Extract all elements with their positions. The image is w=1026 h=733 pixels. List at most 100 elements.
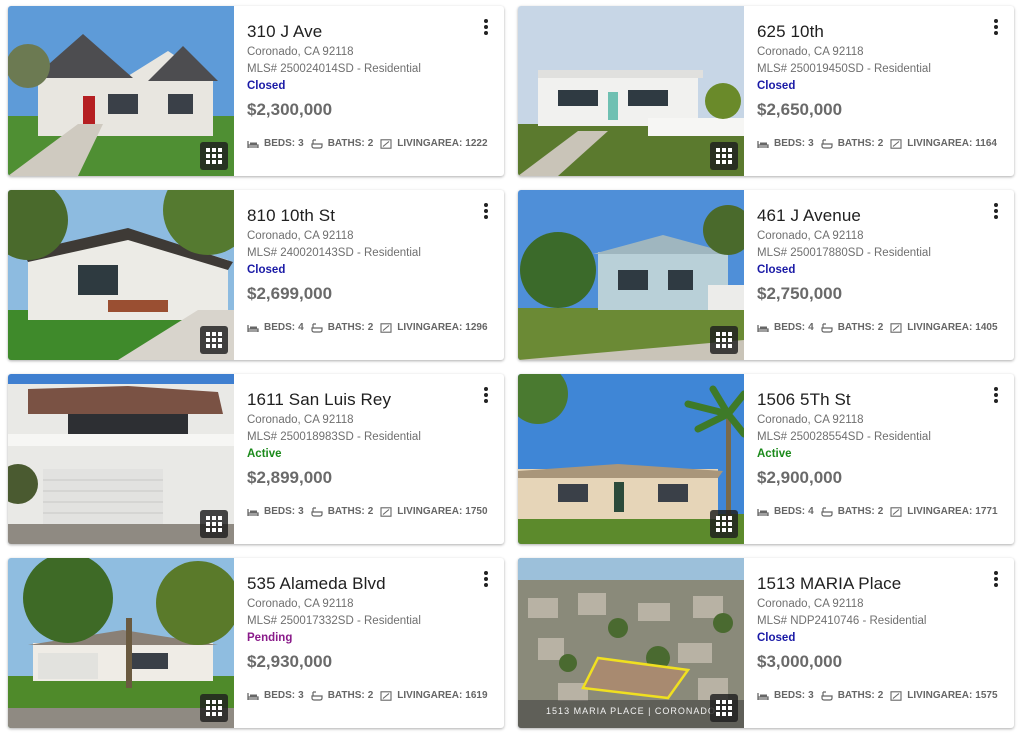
bathtub-icon <box>311 690 323 701</box>
grid-gallery-icon[interactable] <box>710 142 738 170</box>
more-vert-icon[interactable] <box>990 568 1002 590</box>
more-vert-icon[interactable] <box>480 384 492 406</box>
spec-area: LIVINGAREA: 1575 <box>890 690 998 701</box>
listing-card[interactable]: 625 10th Coronado, CA 92118 MLS# 2500194… <box>518 6 1014 176</box>
listing-city: Coronado, CA 92118 <box>757 46 864 58</box>
spec-baths: BATHS: 2 <box>821 322 884 333</box>
bathtub-icon <box>821 138 833 149</box>
spec-baths: BATHS: 2 <box>311 690 374 701</box>
spec-beds: BEDS: 4 <box>757 506 814 517</box>
listing-specs: BEDS: 3 BATHS: 2 LIVINGAREA: 1750 <box>247 506 488 517</box>
beds-label: BEDS: <box>264 138 296 149</box>
listing-photo[interactable] <box>518 374 744 544</box>
baths-label: BATHS: <box>327 506 365 517</box>
beds-value: 3 <box>298 690 304 701</box>
beds-label: BEDS: <box>774 690 806 701</box>
bathtub-icon <box>311 322 323 333</box>
listing-card[interactable]: 461 J Avenue Coronado, CA 92118 MLS# 250… <box>518 190 1014 360</box>
listing-card[interactable]: 535 Alameda Blvd Coronado, CA 92118 MLS#… <box>8 558 504 728</box>
listing-card[interactable]: 1506 5Th St Coronado, CA 92118 MLS# 2500… <box>518 374 1014 544</box>
beds-value: 3 <box>808 690 814 701</box>
baths-value: 2 <box>877 506 884 517</box>
grid-gallery-icon[interactable] <box>200 326 228 354</box>
listing-address[interactable]: 461 J Avenue <box>757 205 1002 227</box>
beds-label: BEDS: <box>264 506 296 517</box>
more-vert-icon[interactable] <box>480 568 492 590</box>
listing-specs: BEDS: 3 BATHS: 2 LIVINGAREA: 1575 <box>757 690 998 701</box>
listing-address[interactable]: 625 10th <box>757 21 1002 43</box>
bed-icon <box>757 508 769 516</box>
grid-gallery-icon[interactable] <box>200 694 228 722</box>
spec-baths: BATHS: 2 <box>311 138 373 149</box>
spec-area: LIVINGAREA: 1296 <box>380 322 488 333</box>
spec-baths: BATHS: 2 <box>311 322 373 333</box>
area-icon <box>890 690 902 701</box>
listing-photo[interactable]: 1513 MARIA PLACE | CORONADO <box>518 558 744 728</box>
listing-price: $2,899,000 <box>247 468 333 487</box>
baths-value: 2 <box>367 690 374 701</box>
area-value: 1750 <box>465 506 488 517</box>
listing-price: $2,900,000 <box>757 468 843 487</box>
area-label: LIVINGAREA: <box>397 506 463 517</box>
listing-address[interactable]: 310 J Ave <box>247 21 492 43</box>
listing-address[interactable]: 535 Alameda Blvd <box>247 573 492 595</box>
area-icon <box>380 506 392 517</box>
area-icon <box>890 322 902 333</box>
baths-label: BATHS: <box>837 506 875 517</box>
baths-label: BATHS: <box>327 690 365 701</box>
area-label: LIVINGAREA: <box>907 506 973 517</box>
listing-photo[interactable] <box>8 6 234 176</box>
listing-status: Closed <box>757 632 796 644</box>
listing-photo[interactable] <box>518 6 744 176</box>
listing-photo[interactable] <box>518 190 744 360</box>
more-vert-icon[interactable] <box>480 200 492 222</box>
spec-beds: BEDS: 3 <box>247 506 304 517</box>
area-label: LIVINGAREA: <box>397 138 463 149</box>
listing-status: Closed <box>757 264 796 276</box>
area-label: LIVINGAREA: <box>907 322 973 333</box>
area-value: 1296 <box>465 322 488 333</box>
listing-status: Closed <box>247 264 286 276</box>
grid-gallery-icon[interactable] <box>710 694 738 722</box>
bed-icon <box>757 140 769 148</box>
area-value: 1619 <box>465 690 488 701</box>
listing-status: Active <box>247 448 282 460</box>
listing-address[interactable]: 810 10th St <box>247 205 492 227</box>
more-vert-icon[interactable] <box>990 16 1002 38</box>
baths-label: BATHS: <box>327 322 365 333</box>
listing-photo[interactable] <box>8 558 234 728</box>
listing-mls: MLS# 250017332SD - Residential <box>247 615 421 627</box>
spec-beds: BEDS: 4 <box>757 322 814 333</box>
listing-address[interactable]: 1513 MARIA Place <box>757 573 1002 595</box>
listing-price: $2,750,000 <box>757 284 843 303</box>
listing-status: Active <box>757 448 792 460</box>
more-vert-icon[interactable] <box>990 384 1002 406</box>
area-value: 1164 <box>975 138 997 149</box>
area-value: 1405 <box>975 322 998 333</box>
listing-specs: BEDS: 3 BATHS: 2 LIVINGAREA: 1619 <box>247 690 488 701</box>
listing-mls: MLS# 250024014SD - Residential <box>247 63 421 75</box>
listing-photo[interactable] <box>8 190 234 360</box>
grid-gallery-icon[interactable] <box>200 510 228 538</box>
grid-gallery-icon[interactable] <box>200 142 228 170</box>
spec-area: LIVINGAREA: 1405 <box>890 322 998 333</box>
listing-card[interactable]: 310 J Ave Coronado, CA 92118 MLS# 250024… <box>8 6 504 176</box>
listing-price: $2,699,000 <box>247 284 333 303</box>
listing-card[interactable]: 1611 San Luis Rey Coronado, CA 92118 MLS… <box>8 374 504 544</box>
more-vert-icon[interactable] <box>480 16 492 38</box>
listing-info: 1506 5Th St Coronado, CA 92118 MLS# 2500… <box>744 374 1014 544</box>
grid-gallery-icon[interactable] <box>710 510 738 538</box>
spec-area: LIVINGAREA: 1771 <box>890 506 998 517</box>
grid-gallery-icon[interactable] <box>710 326 738 354</box>
more-vert-icon[interactable] <box>990 200 1002 222</box>
listing-card[interactable]: 1513 MARIA PLACE | CORONADO 1513 MARIA P… <box>518 558 1014 728</box>
listing-card[interactable]: 810 10th St Coronado, CA 92118 MLS# 2400… <box>8 190 504 360</box>
beds-label: BEDS: <box>774 322 806 333</box>
baths-label: BATHS: <box>837 690 875 701</box>
baths-label: BATHS: <box>327 138 365 149</box>
listing-photo[interactable] <box>8 374 234 544</box>
listing-address[interactable]: 1611 San Luis Rey <box>247 389 492 411</box>
area-icon <box>890 506 902 517</box>
baths-value: 2 <box>877 322 884 333</box>
listing-address[interactable]: 1506 5Th St <box>757 389 1002 411</box>
